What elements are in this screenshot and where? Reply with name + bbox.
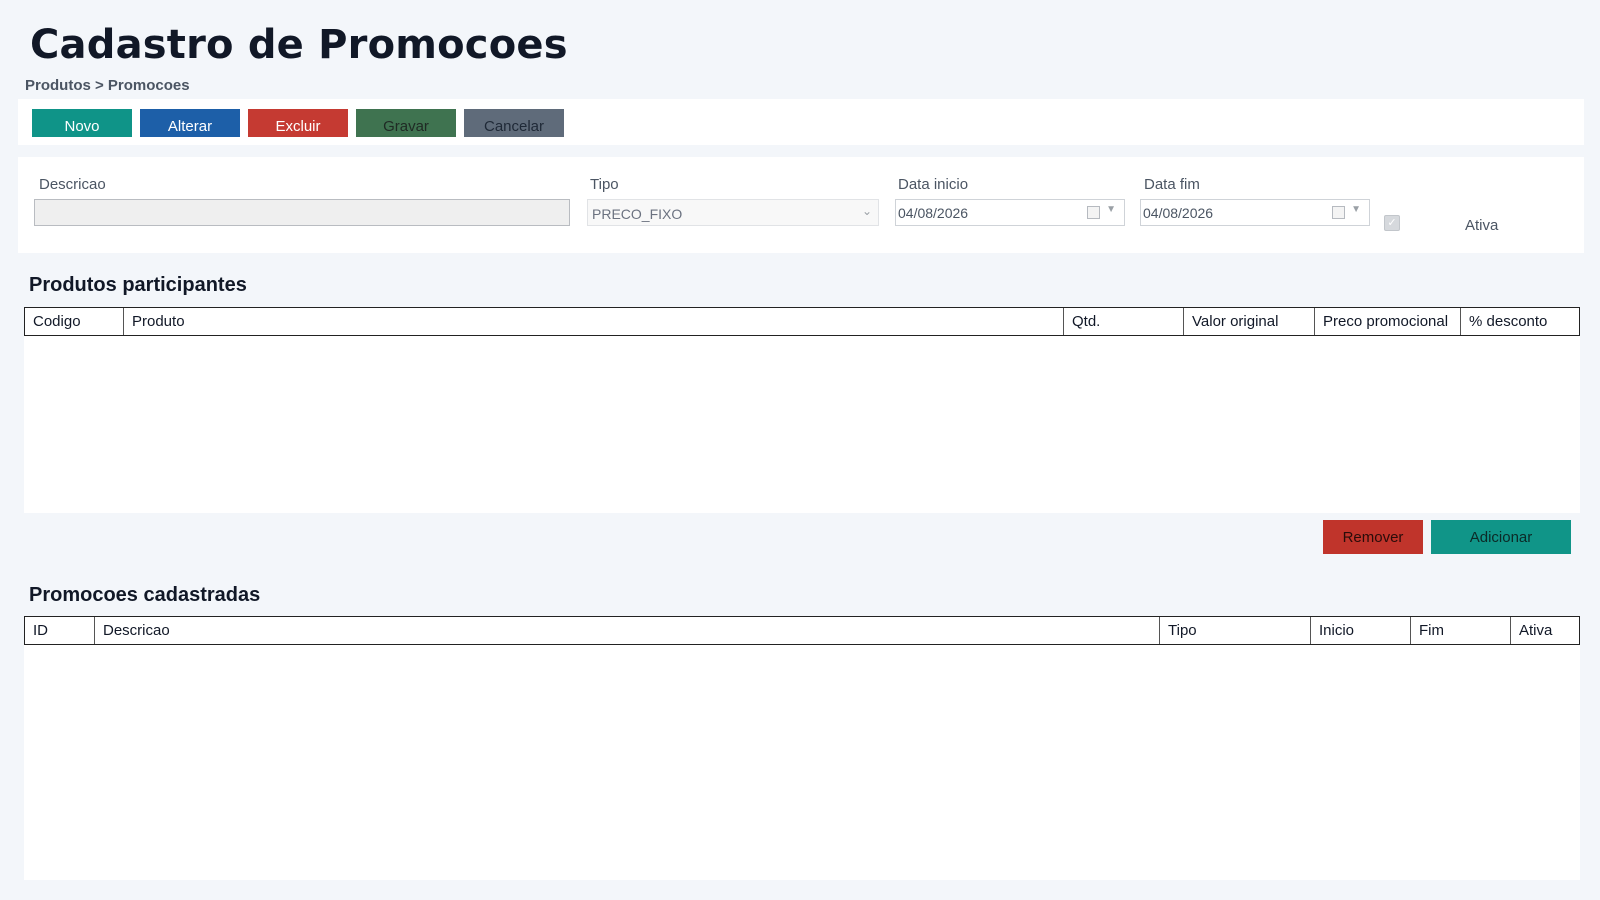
- gravar-button[interactable]: Gravar: [356, 109, 456, 137]
- dropdown-arrow-icon[interactable]: ▼: [1351, 204, 1361, 215]
- dropdown-arrow-icon[interactable]: ▼: [1106, 204, 1116, 215]
- alterar-button[interactable]: Alterar: [140, 109, 240, 137]
- column-header-ativa[interactable]: Ativa: [1511, 617, 1579, 644]
- calendar-icon[interactable]: [1332, 206, 1345, 219]
- toolbar: Novo Alterar Excluir Gravar Cancelar: [18, 99, 1584, 145]
- column-header-preco-promocional[interactable]: Preco promocional: [1315, 308, 1461, 335]
- data-inicio-picker[interactable]: 04/08/2026 ▼: [895, 199, 1125, 226]
- ativa-checkbox[interactable]: ✓: [1384, 215, 1400, 231]
- data-fim-picker[interactable]: 04/08/2026 ▼: [1140, 199, 1370, 226]
- promocao-form: Descricao Tipo PRECO_FIXO ⌄ Data inicio …: [18, 157, 1584, 253]
- calendar-icon[interactable]: [1087, 206, 1100, 219]
- data-inicio-value: 04/08/2026: [898, 205, 969, 221]
- promocoes-section-title: Promocoes cadastradas: [29, 584, 261, 606]
- adicionar-button[interactable]: Adicionar: [1431, 520, 1571, 554]
- column-header-qtd[interactable]: Qtd.: [1064, 308, 1184, 335]
- cancelar-button[interactable]: Cancelar: [464, 109, 564, 137]
- promocoes-grid-header: ID Descricao Tipo Inicio Fim Ativa: [24, 616, 1580, 645]
- remover-button[interactable]: Remover: [1323, 520, 1423, 554]
- column-header-tipo[interactable]: Tipo: [1160, 617, 1311, 644]
- promocoes-grid[interactable]: ID Descricao Tipo Inicio Fim Ativa: [24, 616, 1580, 880]
- chevron-down-icon: ⌄: [861, 204, 872, 218]
- column-header-desconto[interactable]: % desconto: [1461, 308, 1579, 335]
- column-header-fim[interactable]: Fim: [1411, 617, 1511, 644]
- excluir-button[interactable]: Excluir: [248, 109, 348, 137]
- tipo-select-value: PRECO_FIXO: [592, 206, 683, 222]
- breadcrumb: Produtos > Promocoes: [25, 77, 190, 94]
- produtos-grid[interactable]: Codigo Produto Qtd. Valor original Preco…: [24, 307, 1580, 513]
- tipo-label: Tipo: [590, 176, 619, 193]
- data-inicio-label: Data inicio: [898, 176, 969, 193]
- column-header-descricao[interactable]: Descricao: [95, 617, 1160, 644]
- descricao-input[interactable]: [34, 199, 570, 226]
- data-fim-label: Data fim: [1144, 176, 1200, 193]
- column-header-codigo[interactable]: Codigo: [25, 308, 124, 335]
- column-header-valor-original[interactable]: Valor original: [1184, 308, 1315, 335]
- column-header-produto[interactable]: Produto: [124, 308, 1064, 335]
- descricao-label: Descricao: [39, 176, 106, 193]
- produtos-grid-header: Codigo Produto Qtd. Valor original Preco…: [24, 307, 1580, 336]
- produtos-section-title: Produtos participantes: [29, 274, 247, 296]
- ativa-label: Ativa: [1465, 217, 1499, 234]
- novo-button[interactable]: Novo: [32, 109, 132, 137]
- page-title: Cadastro de Promocoes: [30, 22, 568, 68]
- tipo-select[interactable]: PRECO_FIXO ⌄: [587, 199, 879, 226]
- column-header-inicio[interactable]: Inicio: [1311, 617, 1411, 644]
- data-fim-value: 04/08/2026: [1143, 205, 1214, 221]
- column-header-id[interactable]: ID: [25, 617, 95, 644]
